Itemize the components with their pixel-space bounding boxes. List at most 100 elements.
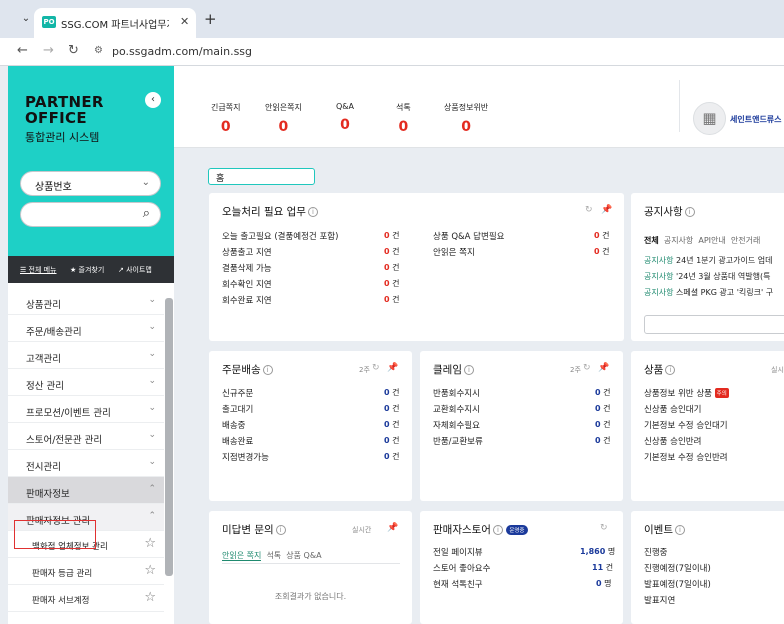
stat-talk[interactable]: 석톡 0: [396, 102, 411, 135]
tab-sitemap[interactable]: ↗ 사이트맵: [118, 265, 152, 275]
product-item[interactable]: 기본정보 수정 승인반려: [644, 451, 728, 463]
stat-violations[interactable]: 상품정보위반 0: [444, 102, 488, 135]
today-tasks-card: 오늘처리 필요 업무 i ↻ 📌 오늘 출고필요 (결품예정건 포함) 0 건 상…: [209, 193, 624, 341]
task-count[interactable]: 0 건: [384, 230, 400, 241]
info-icon[interactable]: i: [674, 525, 685, 535]
count-value: 1,860: [580, 547, 606, 556]
search-icon[interactable]: ⌕: [143, 206, 150, 221]
star-icon[interactable]: ☆: [144, 563, 156, 578]
sidebar-item[interactable]: 고객관리 ⌄: [8, 342, 164, 369]
product-item[interactable]: 상품정보 위반 상품 주의: [644, 387, 729, 399]
order-count[interactable]: 0 건: [384, 451, 400, 462]
notice-search-input[interactable]: [644, 315, 784, 334]
task-count[interactable]: 0 건: [384, 246, 400, 257]
event-item[interactable]: 발표예정(7일이내): [644, 578, 711, 590]
tab-notice[interactable]: 공지사항: [664, 236, 693, 245]
back-icon[interactable]: ←: [17, 43, 28, 58]
order-count[interactable]: 0 건: [384, 419, 400, 430]
stat-urgent-messages[interactable]: 긴급쪽지 0: [211, 102, 240, 135]
sidebar-subitem[interactable]: 판매자 등급 관리 ☆: [8, 558, 164, 585]
reload-icon[interactable]: ↻: [68, 43, 79, 58]
stat-unread-messages[interactable]: 안읽은쪽지 0: [265, 102, 302, 135]
notice-item[interactable]: 공지사항 24년 1분기 광고가이드 업데: [644, 255, 773, 266]
tab-api[interactable]: API안내: [698, 236, 725, 245]
tab-product-qna[interactable]: 상품 Q&A: [286, 551, 321, 560]
refresh-icon[interactable]: ↻: [600, 523, 608, 533]
browser-tab[interactable]: PO SSG.COM 파트너사업무지원시 ✕: [34, 8, 196, 38]
order-count[interactable]: 0 건: [384, 403, 400, 414]
tab-safe-trade[interactable]: 안전거래: [731, 236, 760, 245]
star-icon[interactable]: ☆: [144, 590, 156, 605]
tab-talk[interactable]: 석톡: [266, 551, 281, 560]
event-item[interactable]: 발표지연: [644, 594, 675, 606]
tab-unread-messages[interactable]: 안읽은 쪽지: [222, 551, 262, 561]
product-item[interactable]: 기본정보 수정 승인대기: [644, 419, 728, 431]
stat-qna[interactable]: Q&A 0: [336, 102, 354, 133]
store-stat-value[interactable]: 11 건: [592, 562, 613, 573]
order-count[interactable]: 0 건: [384, 387, 400, 398]
close-tab-icon[interactable]: ✕: [180, 15, 189, 28]
new-tab-icon[interactable]: +: [204, 10, 217, 28]
pin-icon[interactable]: 📌: [601, 205, 612, 215]
sidebar-item-seller-info[interactable]: 판매자정보 ⌃: [8, 477, 164, 504]
claim-count[interactable]: 0 건: [595, 387, 611, 398]
sidebar-item[interactable]: 정산 관리 ⌄: [8, 369, 164, 396]
pin-icon[interactable]: 📌: [598, 363, 609, 373]
pin-icon[interactable]: 📌: [387, 523, 398, 533]
tab-all-menu[interactable]: ☰ 전체 메뉴: [20, 265, 57, 275]
search-input[interactable]: ⌕: [20, 202, 161, 227]
info-icon[interactable]: i: [262, 365, 273, 375]
star-icon[interactable]: ☆: [144, 536, 156, 551]
task-count[interactable]: 0 건: [384, 294, 400, 305]
store-stat-value[interactable]: 1,860 명: [580, 546, 615, 557]
info-icon[interactable]: i: [684, 207, 695, 217]
claim-count[interactable]: 0 건: [595, 419, 611, 430]
claim-count[interactable]: 0 건: [595, 435, 611, 446]
forward-icon[interactable]: →: [43, 43, 54, 58]
sidebar-item[interactable]: 프로모션/이벤트 관리 ⌄: [8, 396, 164, 423]
info-icon[interactable]: i: [665, 365, 676, 375]
stat-value: 0: [398, 119, 409, 135]
search-type-select[interactable]: 상품번호 ⌄: [20, 171, 161, 196]
collapse-sidebar-icon[interactable]: ‹: [145, 92, 161, 108]
refresh-icon[interactable]: ↻: [372, 363, 380, 373]
notice-item[interactable]: 공지사항 '24년 3월 상품대 역발행(특: [644, 271, 770, 282]
store-stat-value[interactable]: 0 명: [596, 578, 612, 589]
info-icon[interactable]: i: [492, 525, 503, 535]
sidebar-item[interactable]: 주문/배송관리 ⌄: [8, 315, 164, 342]
tab-all[interactable]: 전체: [644, 236, 659, 245]
sidebar-item[interactable]: 상품관리 ⌄: [8, 288, 164, 315]
info-icon[interactable]: i: [275, 525, 286, 535]
pin-icon[interactable]: 📌: [387, 363, 398, 373]
period-label[interactable]: 2주: [570, 365, 581, 375]
tab-favorites[interactable]: ★ 즐겨찾기: [70, 265, 104, 275]
sidebar-item[interactable]: 전시관리 ⌄: [8, 450, 164, 477]
event-item[interactable]: 진행예정(7일이내): [644, 562, 711, 574]
store-icon[interactable]: ▦: [693, 102, 726, 135]
store-name[interactable]: 세인트앤드류스: [730, 114, 782, 125]
order-label: 지점변경가능: [222, 453, 269, 463]
task-count[interactable]: 0 건: [384, 278, 400, 289]
sidebar-subitem-sub-account[interactable]: 판매자 서브계정 ☆: [8, 585, 164, 612]
order-count[interactable]: 0 건: [384, 435, 400, 446]
site-info-icon[interactable]: ⚙: [94, 45, 103, 56]
count-value: 0: [384, 404, 390, 413]
info-icon[interactable]: i: [463, 365, 474, 375]
claim-count[interactable]: 0 건: [595, 403, 611, 414]
product-item[interactable]: 신상품 승인대기: [644, 403, 701, 415]
notice-item[interactable]: 공지사항 스페셜 PKG 광고 '킥링크' 구: [644, 287, 773, 298]
product-item[interactable]: 신상품 승인반려: [644, 435, 701, 447]
sidebar-scrollbar[interactable]: [165, 298, 173, 576]
info-icon[interactable]: i: [307, 207, 318, 217]
tab-list-chevron-icon[interactable]: ⌄: [18, 11, 34, 27]
home-tab[interactable]: 홈: [208, 168, 315, 185]
task-count[interactable]: 0 건: [594, 230, 610, 241]
refresh-icon[interactable]: ↻: [583, 363, 591, 373]
address-bar[interactable]: ⚙ po.ssgadm.com/main.ssg: [94, 45, 252, 58]
period-label[interactable]: 2주: [359, 365, 370, 375]
task-count[interactable]: 0 건: [384, 262, 400, 273]
refresh-icon[interactable]: ↻: [585, 205, 593, 215]
task-count[interactable]: 0 건: [594, 246, 610, 257]
sidebar-item[interactable]: 스토어/전문관 관리 ⌄: [8, 423, 164, 450]
event-item[interactable]: 진행중: [644, 546, 667, 558]
